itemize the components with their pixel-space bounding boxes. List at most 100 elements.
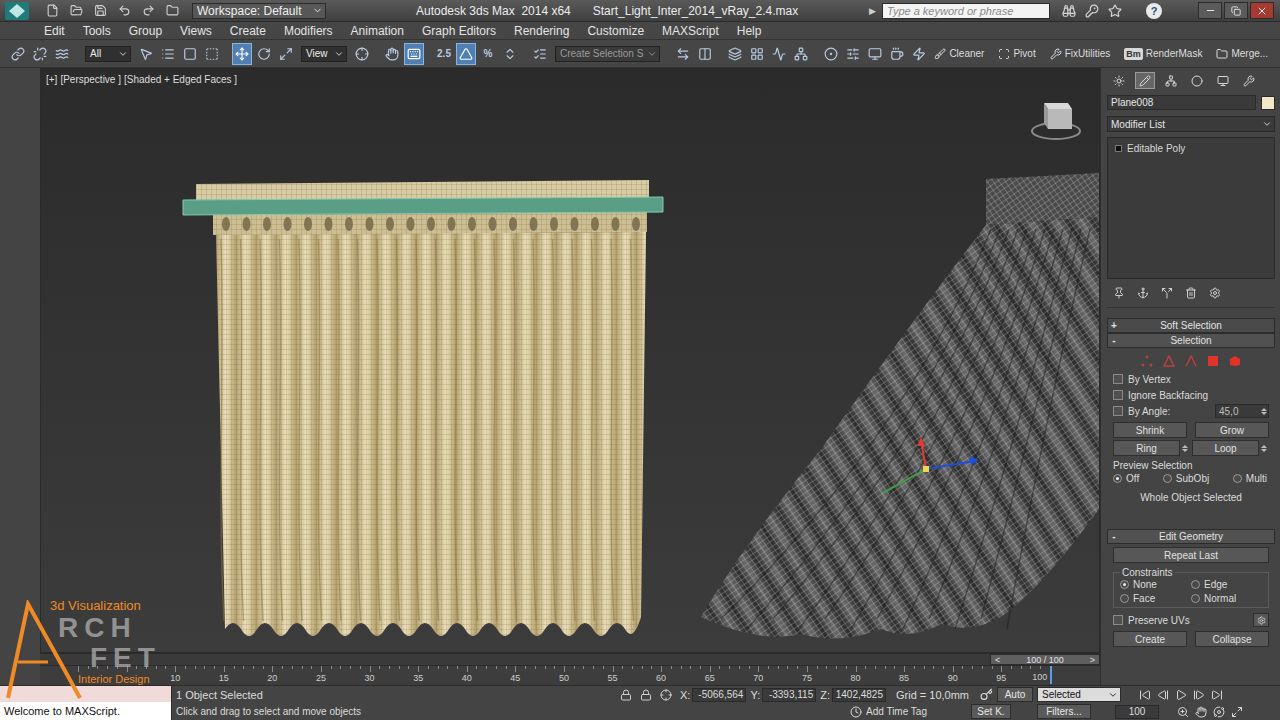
set-key-button[interactable]: Set K. bbox=[971, 704, 1011, 719]
subobject-button[interactable] bbox=[1139, 353, 1155, 369]
transform-gizmo-icon[interactable] bbox=[883, 437, 979, 493]
selection-button[interactable]: Ring bbox=[1113, 440, 1180, 456]
menu-item[interactable]: Create bbox=[221, 24, 275, 38]
preserve-uvs-option[interactable]: Preserve UVs bbox=[1113, 612, 1269, 628]
radio-option[interactable]: Normal bbox=[1191, 593, 1262, 604]
selection-button[interactable]: Shrink bbox=[1113, 422, 1187, 438]
toolbar-button[interactable] bbox=[843, 43, 863, 65]
quick-access-button[interactable] bbox=[140, 3, 156, 19]
search-arrow[interactable]: ▶ bbox=[869, 6, 876, 16]
menu-item[interactable]: Animation bbox=[342, 24, 413, 38]
coordinate-field[interactable]: -3393,115 bbox=[762, 688, 816, 702]
selection-option[interactable]: Ignore Backfacing bbox=[1113, 387, 1269, 403]
toolbar-button[interactable] bbox=[352, 43, 372, 65]
toolbar-button[interactable] bbox=[725, 43, 745, 65]
plugin-button[interactable]: Cleaner bbox=[929, 43, 989, 65]
toolbar-button[interactable] bbox=[254, 43, 274, 65]
toolbar-button[interactable] bbox=[8, 43, 28, 65]
checkbox[interactable] bbox=[1113, 390, 1123, 400]
menu-item[interactable]: Views bbox=[171, 24, 221, 38]
plugin-button[interactable]: Pivot bbox=[993, 43, 1040, 65]
track-bar[interactable]: 101520253035404550556065707580859095100 bbox=[40, 665, 1100, 685]
key-filters-button[interactable]: Filters... bbox=[1037, 704, 1091, 719]
perspective-viewport[interactable]: [+][Perspective ][Shaded + Edged Faces ] bbox=[40, 68, 1100, 653]
toolbar-button[interactable] bbox=[136, 43, 156, 65]
selection-option[interactable]: By Angle:45,0 bbox=[1113, 403, 1269, 419]
quick-access-button[interactable] bbox=[164, 3, 180, 19]
named-selection-field[interactable]: Create Selection S bbox=[555, 46, 660, 62]
viewport-label-menu[interactable]: [Perspective ] bbox=[60, 74, 121, 85]
menu-item[interactable]: Tools bbox=[74, 24, 120, 38]
left-curtain[interactable] bbox=[183, 180, 663, 636]
command-panel-tab[interactable] bbox=[1161, 72, 1181, 89]
toolbar-button[interactable] bbox=[769, 43, 789, 65]
rollout-header[interactable]: +Soft Selection bbox=[1107, 318, 1275, 333]
command-panel-tab[interactable] bbox=[1187, 72, 1207, 89]
toolbar-button[interactable] bbox=[747, 43, 767, 65]
subobject-button[interactable] bbox=[1183, 353, 1199, 369]
viewport-label-menu[interactable]: [+] bbox=[46, 74, 57, 85]
maxscript-listener[interactable]: Welcome to MAXScript. bbox=[0, 686, 172, 720]
object-name-field[interactable] bbox=[1107, 95, 1256, 110]
menu-item[interactable]: Edit bbox=[35, 24, 74, 38]
preserve-uvs-settings-button[interactable] bbox=[1253, 613, 1269, 627]
spinner-arrows[interactable] bbox=[1182, 445, 1190, 452]
checkbox[interactable] bbox=[1113, 615, 1123, 625]
radio-option[interactable]: Off bbox=[1113, 473, 1139, 484]
edit-geometry-button[interactable]: Create bbox=[1113, 631, 1187, 647]
toolbar-button[interactable] bbox=[456, 43, 476, 65]
toolbar-button[interactable] bbox=[232, 43, 252, 65]
plugin-button[interactable]: FixUtilities bbox=[1045, 43, 1116, 65]
menu-item[interactable]: Rendering bbox=[505, 24, 578, 38]
snap-toggle-button[interactable]: 2.5 bbox=[434, 43, 454, 65]
close-button[interactable] bbox=[1250, 2, 1274, 19]
selection-button[interactable]: Grow bbox=[1195, 422, 1269, 438]
time-slider-thumb[interactable]: <100 / 100> bbox=[990, 654, 1100, 665]
plugin-button[interactable]: BmRenderMask bbox=[1119, 43, 1207, 65]
command-panel-tab[interactable] bbox=[1109, 72, 1129, 89]
workspace-dropdown[interactable]: Workspace: Default bbox=[192, 3, 326, 19]
repeat-last-button[interactable]: Repeat Last bbox=[1113, 547, 1269, 563]
toolbar-button[interactable] bbox=[52, 43, 72, 65]
radio-option[interactable]: Edge bbox=[1191, 579, 1262, 590]
toolbar-button[interactable] bbox=[695, 43, 715, 65]
toolbar-button[interactable] bbox=[180, 43, 200, 65]
menu-item[interactable]: MAXScript bbox=[653, 24, 728, 38]
quick-access-button[interactable] bbox=[68, 3, 84, 19]
toolbar-button[interactable] bbox=[909, 43, 929, 65]
checkbox[interactable] bbox=[1113, 406, 1123, 416]
search-field[interactable] bbox=[882, 3, 1050, 19]
auto-key-button[interactable]: Auto bbox=[997, 687, 1033, 702]
rollout-header[interactable]: -Selection bbox=[1107, 333, 1275, 348]
toolbar-button[interactable] bbox=[673, 43, 693, 65]
toolbar-dropdown[interactable]: All bbox=[85, 46, 131, 62]
toolbar-button[interactable] bbox=[530, 43, 550, 65]
quick-access-button[interactable] bbox=[92, 3, 108, 19]
modifier-list-dropdown[interactable]: Modifier List bbox=[1107, 116, 1275, 132]
object-color-swatch[interactable] bbox=[1261, 96, 1275, 110]
toolbar-button[interactable] bbox=[821, 43, 841, 65]
checkbox[interactable] bbox=[1113, 374, 1123, 384]
radio-option[interactable]: SubObj bbox=[1163, 473, 1209, 484]
viewcube-icon[interactable] bbox=[1032, 103, 1080, 139]
toolbar-button[interactable] bbox=[158, 43, 178, 65]
toolbar-button[interactable] bbox=[500, 43, 520, 65]
spinner-field[interactable]: 45,0 bbox=[1215, 404, 1269, 418]
radio-option[interactable]: Face bbox=[1120, 593, 1191, 604]
quick-access-button[interactable] bbox=[116, 3, 132, 19]
toolbar-button[interactable] bbox=[404, 43, 424, 65]
snap-toggle-button[interactable]: % bbox=[478, 43, 498, 65]
selection-button[interactable]: Loop bbox=[1192, 440, 1259, 456]
spinner-arrows[interactable] bbox=[1261, 445, 1269, 452]
toolbar-button[interactable] bbox=[887, 43, 907, 65]
subobject-button[interactable] bbox=[1161, 353, 1177, 369]
toolbar-button[interactable] bbox=[30, 43, 50, 65]
coordinate-field[interactable]: 1402,4825 bbox=[832, 688, 886, 702]
selection-option[interactable]: By Vertex bbox=[1113, 371, 1269, 387]
menu-item[interactable]: Modifiers bbox=[275, 24, 342, 38]
restore-button[interactable] bbox=[1224, 2, 1248, 19]
time-tag[interactable]: Add Time Tag bbox=[866, 706, 927, 717]
radio-option[interactable]: Multi bbox=[1233, 473, 1267, 484]
viewport-label-menu[interactable]: [Shaded + Edged Faces ] bbox=[124, 74, 237, 85]
toolbar-button[interactable] bbox=[202, 43, 222, 65]
